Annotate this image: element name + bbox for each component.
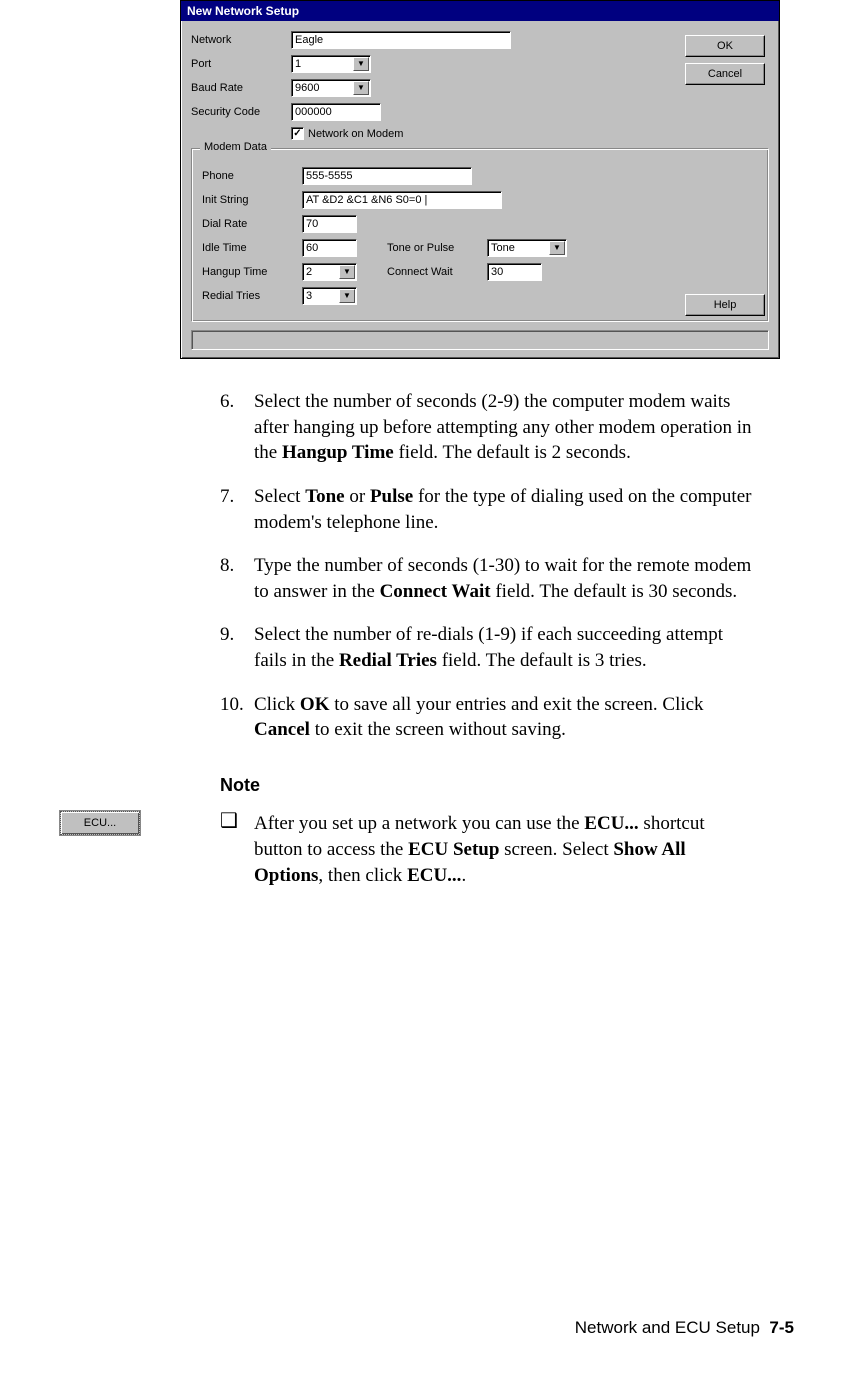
new-network-setup-dialog: New Network Setup OK Cancel Network Eagl… — [180, 0, 780, 359]
note-heading: Note — [220, 773, 754, 797]
step-number: 9. — [220, 622, 254, 673]
page-number: 7-5 — [769, 1318, 794, 1337]
status-bar — [191, 330, 769, 350]
redial-tries-value: 3 — [306, 289, 312, 303]
chevron-down-icon[interactable]: ▼ — [339, 289, 355, 303]
step-8: 8. Type the number of seconds (1-30) to … — [220, 553, 754, 604]
network-on-modem-checkbox[interactable]: ✓ — [291, 127, 304, 140]
hangup-time-dropdown[interactable]: 2 ▼ — [302, 263, 357, 281]
init-string-input[interactable]: AT &D2 &C1 &N6 S0=0 | — [302, 191, 502, 209]
connect-wait-label: Connect Wait — [387, 266, 477, 278]
security-input[interactable]: 000000 — [291, 103, 381, 121]
note-bullet-icon: ❑ — [220, 811, 254, 831]
redial-tries-label: Redial Tries — [202, 290, 302, 302]
hangup-time-label: Hangup Time — [202, 266, 302, 278]
chevron-down-icon[interactable]: ▼ — [353, 57, 369, 71]
modem-data-fieldset: Modem Data Phone 555-5555 Init String AT… — [191, 148, 769, 322]
phone-label: Phone — [202, 170, 302, 182]
help-button[interactable]: Help — [685, 294, 765, 316]
baud-dropdown[interactable]: 9600 ▼ — [291, 79, 371, 97]
hangup-time-value: 2 — [306, 265, 312, 279]
instruction-text: 6. Select the number of seconds (2-9) th… — [220, 389, 754, 888]
dialog-titlebar: New Network Setup — [181, 1, 779, 21]
port-dropdown[interactable]: 1 ▼ — [291, 55, 371, 73]
phone-input[interactable]: 555-5555 — [302, 167, 472, 185]
step-number: 6. — [220, 389, 254, 466]
step-10: 10. Click OK to save all your entries an… — [220, 692, 754, 743]
security-label: Security Code — [191, 106, 291, 118]
ecu-shortcut-illustration: ECU... — [60, 811, 142, 835]
note-item: ❑ After you set up a network you can use… — [220, 811, 754, 888]
step-9: 9. Select the number of re-dials (1-9) i… — [220, 622, 754, 673]
tone-pulse-value: Tone — [491, 241, 515, 255]
modem-data-legend: Modem Data — [200, 141, 271, 153]
idle-time-input[interactable]: 60 — [302, 239, 357, 257]
cancel-button[interactable]: Cancel — [685, 63, 765, 85]
dial-rate-input[interactable]: 70 — [302, 215, 357, 233]
baud-value: 9600 — [295, 81, 319, 95]
idle-time-label: Idle Time — [202, 242, 302, 254]
chevron-down-icon[interactable]: ▼ — [549, 241, 565, 255]
step-number: 10. — [220, 692, 254, 743]
dial-rate-label: Dial Rate — [202, 218, 302, 230]
step-7: 7. Select Tone or Pulse for the type of … — [220, 484, 754, 535]
init-string-label: Init String — [202, 194, 302, 206]
network-input[interactable]: Eagle — [291, 31, 511, 49]
step-6: 6. Select the number of seconds (2-9) th… — [220, 389, 754, 466]
tone-pulse-label: Tone or Pulse — [387, 242, 477, 254]
chevron-down-icon[interactable]: ▼ — [353, 81, 369, 95]
ok-button[interactable]: OK — [685, 35, 765, 57]
tone-pulse-dropdown[interactable]: Tone ▼ — [487, 239, 567, 257]
port-value: 1 — [295, 57, 301, 71]
chevron-down-icon[interactable]: ▼ — [339, 265, 355, 279]
footer-title: Network and ECU Setup — [575, 1318, 760, 1337]
step-number: 7. — [220, 484, 254, 535]
redial-tries-dropdown[interactable]: 3 ▼ — [302, 287, 357, 305]
port-label: Port — [191, 58, 291, 70]
step-number: 8. — [220, 553, 254, 604]
connect-wait-input[interactable]: 30 — [487, 263, 542, 281]
network-on-modem-label: Network on Modem — [308, 128, 403, 140]
ecu-button[interactable]: ECU... — [60, 811, 140, 835]
baud-label: Baud Rate — [191, 82, 291, 94]
network-label: Network — [191, 34, 291, 46]
page-footer: Network and ECU Setup 7-5 — [575, 1318, 794, 1338]
